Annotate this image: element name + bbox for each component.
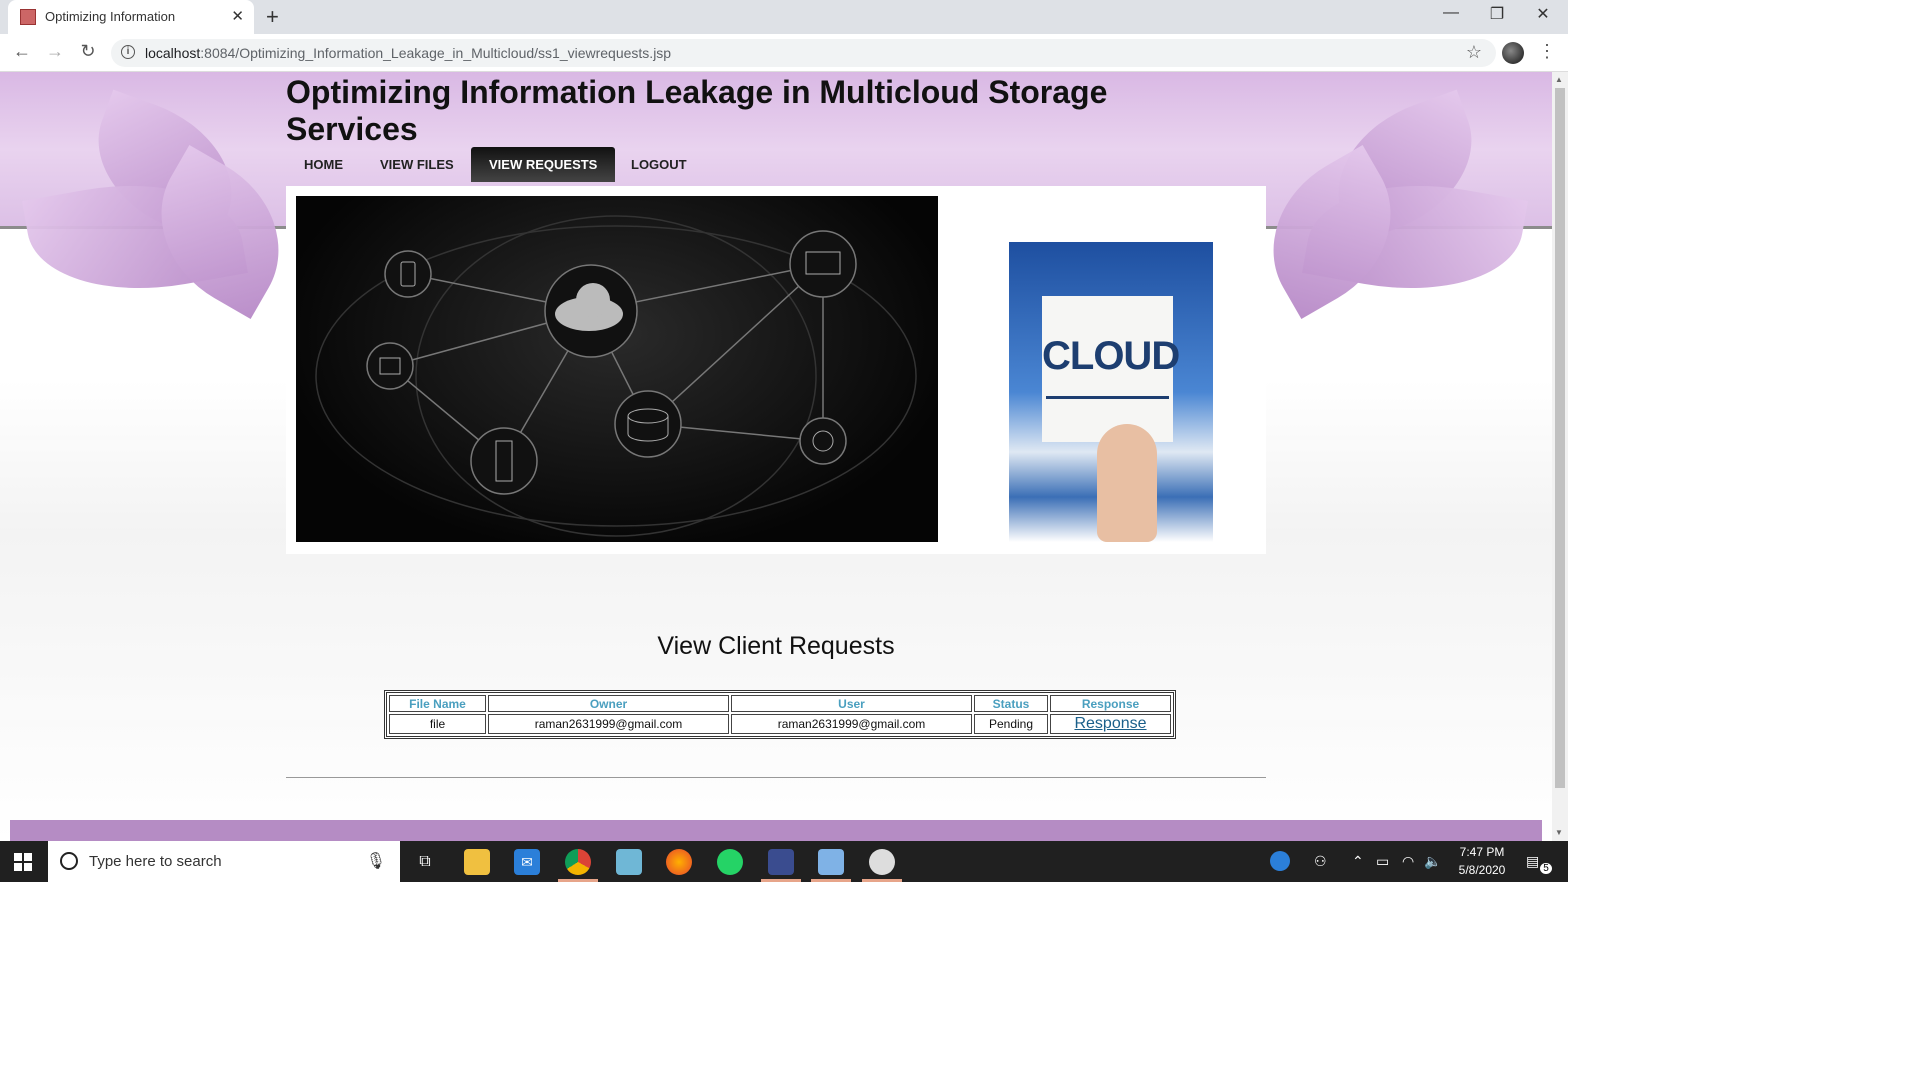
table-row: file raman2631999@gmail.com raman2631999… xyxy=(389,714,1171,734)
volume-icon[interactable]: 🔈 xyxy=(1424,853,1441,870)
notification-count-badge: 5 xyxy=(1540,863,1552,874)
scroll-down-icon[interactable]: ▼ xyxy=(1555,828,1563,837)
profile-avatar-icon[interactable] xyxy=(1502,42,1524,64)
file-explorer-icon[interactable] xyxy=(464,849,490,875)
wifi-icon[interactable]: ◠ xyxy=(1402,853,1414,870)
browser-menu-icon[interactable]: ⋮ xyxy=(1538,41,1556,62)
nav-home[interactable]: HOME xyxy=(286,147,361,182)
response-link[interactable]: Response xyxy=(1074,715,1146,732)
tab-close-icon[interactable]: ✕ xyxy=(231,7,244,25)
column-header-file-name: File Name xyxy=(389,695,486,712)
clock-time[interactable]: 7:47 PM xyxy=(1452,845,1512,859)
forward-arrow-icon[interactable]: → xyxy=(43,41,67,62)
table-header-row: File Name Owner User Status Response xyxy=(389,695,1171,712)
address-bar[interactable]: i localhost:8084/Optimizing_Information_… xyxy=(111,39,1496,67)
whatsapp-icon[interactable] xyxy=(717,849,743,875)
chrome-icon[interactable] xyxy=(565,849,591,875)
scroll-up-icon[interactable]: ▲ xyxy=(1555,75,1563,84)
app-active-indicator xyxy=(761,879,801,882)
taskbar-search-placeholder: Type here to search xyxy=(89,853,222,870)
requests-table: File Name Owner User Status Response fil… xyxy=(384,690,1176,739)
cell-user: raman2631999@gmail.com xyxy=(731,714,972,734)
mail-icon[interactable]: ✉ xyxy=(514,849,540,875)
cloud-card-word: CLOUD xyxy=(1042,334,1180,378)
column-header-response: Response xyxy=(1050,695,1171,712)
site-title: Optimizing Information Leakage in Multic… xyxy=(286,74,1108,147)
task-view-icon[interactable]: ⧉ xyxy=(412,849,438,875)
network-diagram-graphic xyxy=(315,215,917,537)
nav-view-files[interactable]: VIEW FILES xyxy=(362,147,472,182)
scrollbar-thumb[interactable] xyxy=(1555,88,1565,788)
browser-toolbar: ← → ↻ i localhost:8084/Optimizing_Inform… xyxy=(0,34,1568,72)
cell-owner: raman2631999@gmail.com xyxy=(488,714,729,734)
battery-icon[interactable]: ▭ xyxy=(1376,853,1389,870)
nav-logout[interactable]: LOGOUT xyxy=(613,147,705,182)
column-header-status: Status xyxy=(974,695,1048,712)
column-header-owner: Owner xyxy=(488,695,729,712)
action-center-icon[interactable]: ▤ xyxy=(1526,853,1539,870)
cell-file-name: file xyxy=(389,714,486,734)
url-host: localhost xyxy=(145,45,201,61)
cloud-card: CLOUD xyxy=(1042,296,1180,442)
nav-view-requests[interactable]: VIEW REQUESTS xyxy=(471,147,616,182)
chrome-active-indicator xyxy=(558,879,598,882)
site-info-icon[interactable]: i xyxy=(121,45,135,59)
app-active-indicator xyxy=(862,879,902,882)
cortana-icon xyxy=(60,852,78,870)
cell-status: Pending xyxy=(974,714,1048,734)
taskbar-search-box[interactable]: Type here to search 🎙 xyxy=(48,841,400,882)
cell-response: Response xyxy=(1050,714,1171,734)
section-title: View Client Requests xyxy=(657,632,895,660)
eclipse-icon[interactable] xyxy=(768,849,794,875)
web-page: Optimizing Information Leakage in Multic… xyxy=(0,72,1552,841)
back-arrow-icon[interactable]: ← xyxy=(10,41,34,62)
network-hero-image xyxy=(296,196,938,542)
clock-date[interactable]: 5/8/2020 xyxy=(1452,863,1512,877)
notes-app-icon[interactable] xyxy=(616,849,642,875)
bookmark-star-icon[interactable]: ☆ xyxy=(1466,42,1482,63)
minimize-window-button[interactable]: — xyxy=(1436,4,1466,22)
cloud-card-underline xyxy=(1046,396,1169,399)
app-active-indicator xyxy=(811,879,851,882)
chevron-up-icon[interactable]: ⌃ xyxy=(1352,853,1364,870)
windows-start-icon[interactable] xyxy=(14,853,32,871)
firefox-icon[interactable] xyxy=(666,849,692,875)
page-scrollbar[interactable]: ▲ ▼ xyxy=(1552,72,1568,841)
microphone-icon[interactable]: 🎙 xyxy=(366,851,386,871)
browser-tab[interactable]: Optimizing Information ✕ xyxy=(8,0,254,34)
browser-tab-bar: Optimizing Information ✕ + — ❐ ✕ xyxy=(0,0,1568,34)
restore-window-button[interactable]: ❐ xyxy=(1482,4,1512,24)
url-path: :8084/Optimizing_Information_Leakage_in_… xyxy=(200,45,672,61)
url-text[interactable]: localhost:8084/Optimizing_Information_Le… xyxy=(145,45,671,61)
close-window-button[interactable]: ✕ xyxy=(1528,4,1558,24)
cloud-card-image: CLOUD xyxy=(1009,242,1213,542)
virtualbox-icon[interactable] xyxy=(818,849,844,875)
footer-divider xyxy=(286,777,1266,778)
column-header-user: User xyxy=(731,695,972,712)
footer-band xyxy=(10,820,1542,841)
windows-taskbar: Type here to search 🎙 ⧉ ✉ ⚇ ⌃ ▭ ◠ 🔈 7:47… xyxy=(0,841,1568,882)
paint-icon[interactable] xyxy=(869,849,895,875)
hand-graphic xyxy=(1097,424,1157,542)
reload-icon[interactable]: ↻ xyxy=(76,41,100,62)
help-icon[interactable] xyxy=(1270,851,1290,871)
new-tab-button[interactable]: + xyxy=(266,4,279,30)
banner-panel: CLOUD xyxy=(286,186,1266,554)
tab-title: Optimizing Information xyxy=(45,9,176,24)
site-favicon-icon xyxy=(20,9,36,25)
people-icon[interactable]: ⚇ xyxy=(1314,853,1327,870)
